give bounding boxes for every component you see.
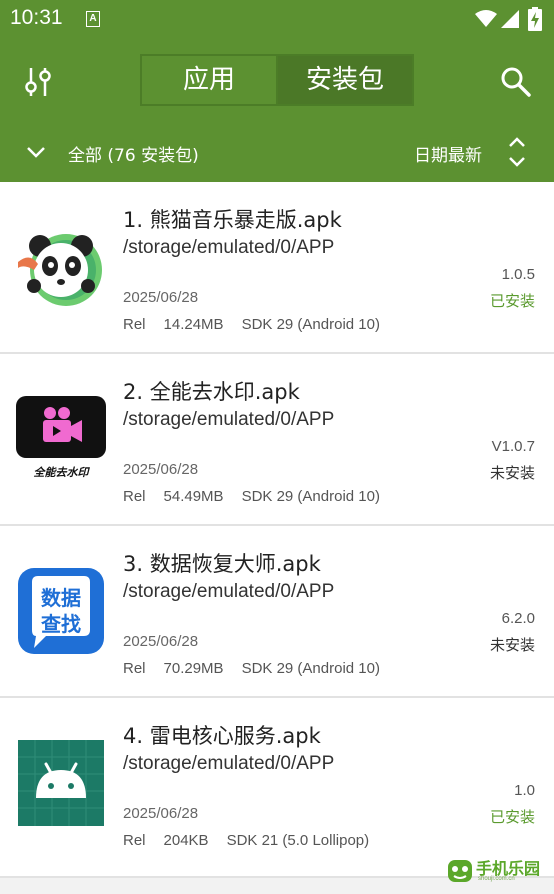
apk-path: /storage/emulated/0/APP (123, 753, 335, 774)
apk-version: V1.0.7 (491, 438, 535, 455)
apk-date: 2025/06/28 (123, 805, 199, 822)
apk-meta: Rel 70.29MB SDK 29 (Android 10) (123, 660, 398, 677)
battery-icon (528, 7, 542, 31)
apk-path: /storage/emulated/0/APP (123, 237, 335, 258)
panda-music-icon (16, 224, 106, 314)
apk-size: 70.29MB (163, 660, 224, 677)
apk-name: 3. 数据恢复大师.apk (123, 552, 321, 576)
package-filter-label[interactable]: 全部 (76 安装包) (68, 141, 199, 166)
view-segmented-control: 应用 安装包 (140, 54, 414, 106)
apk-size: 14.24MB (163, 316, 224, 333)
sort-order-label[interactable]: 日期最新 (414, 141, 482, 166)
list-item[interactable]: 全能去水印 2. 全能去水印.apk /storage/emulated/0/A… (0, 354, 554, 526)
apk-version: 1.0.5 (501, 266, 535, 283)
build-type: Rel (123, 832, 146, 849)
install-status: 已安装 (489, 292, 535, 310)
apk-list: 1. 熊猫音乐暴走版.apk /storage/emulated/0/APP 1… (0, 182, 554, 878)
watermark-subtext: shouji.com.cn (478, 876, 515, 882)
apk-sdk: SDK 21 (5.0 Lollipop) (226, 832, 370, 849)
apk-version: 1.0 (514, 782, 535, 799)
icon-caption-line2: 查找 (41, 612, 81, 636)
apk-date: 2025/06/28 (123, 289, 199, 306)
apk-date: 2025/06/28 (123, 633, 199, 650)
status-bar: 10:31 A (0, 0, 554, 38)
install-status: 未安装 (489, 464, 535, 482)
apk-meta: Rel 14.24MB SDK 29 (Android 10) (123, 316, 398, 333)
watermark-logo-icon (448, 860, 472, 882)
apk-name: 1. 熊猫音乐暴走版.apk (123, 208, 342, 232)
apk-path: /storage/emulated/0/APP (123, 409, 335, 430)
sort-toggle-icon[interactable] (505, 134, 529, 170)
site-watermark: 手机乐园 shouji.com.cn (446, 852, 550, 888)
build-type: Rel (123, 316, 146, 333)
data-recovery-icon: 数据 查找 (16, 568, 106, 658)
signal-icon (501, 10, 519, 28)
list-item[interactable]: 1. 熊猫音乐暴走版.apk /storage/emulated/0/APP 1… (0, 182, 554, 354)
wifi-icon (475, 10, 497, 27)
tab-apk-packages[interactable]: 安装包 (278, 56, 412, 104)
android-icon (16, 740, 106, 830)
install-status: 未安装 (489, 636, 535, 654)
icon-caption-line1: 数据 (41, 586, 81, 610)
apk-meta: Rel 204KB SDK 21 (5.0 Lollipop) (123, 832, 387, 849)
apk-date: 2025/06/28 (123, 461, 199, 478)
status-time: 10:31 (10, 6, 63, 29)
filter-settings-icon[interactable] (18, 62, 58, 102)
app-toolbar: 应用 安装包 (0, 38, 554, 122)
apk-size: 204KB (163, 832, 209, 849)
list-item[interactable]: 4. 雷电核心服务.apk /storage/emulated/0/APP 1.… (0, 698, 554, 878)
notification-a-icon: A (86, 11, 100, 27)
apk-name: 2. 全能去水印.apk (123, 380, 300, 404)
build-type: Rel (123, 488, 146, 505)
icon-caption: 全能去水印 (33, 466, 89, 479)
build-type: Rel (123, 660, 146, 677)
chevron-down-icon[interactable] (24, 140, 48, 164)
watermark-remover-icon: 全能去水印 (16, 396, 106, 486)
apk-path: /storage/emulated/0/APP (123, 581, 335, 602)
apk-size: 54.49MB (163, 488, 224, 505)
search-icon[interactable] (496, 62, 536, 102)
install-status: 已安装 (489, 808, 535, 826)
apk-name: 4. 雷电核心服务.apk (123, 724, 321, 748)
apk-sdk: SDK 29 (Android 10) (241, 316, 380, 333)
apk-version: 6.2.0 (501, 610, 535, 627)
apk-meta: Rel 54.49MB SDK 29 (Android 10) (123, 488, 398, 505)
list-item[interactable]: 数据 查找 3. 数据恢复大师.apk /storage/emulated/0/… (0, 526, 554, 698)
filter-sort-bar: 全部 (76 安装包) 日期最新 (0, 122, 554, 182)
apk-sdk: SDK 29 (Android 10) (241, 488, 380, 505)
apk-sdk: SDK 29 (Android 10) (241, 660, 380, 677)
tab-apps[interactable]: 应用 (142, 56, 278, 104)
